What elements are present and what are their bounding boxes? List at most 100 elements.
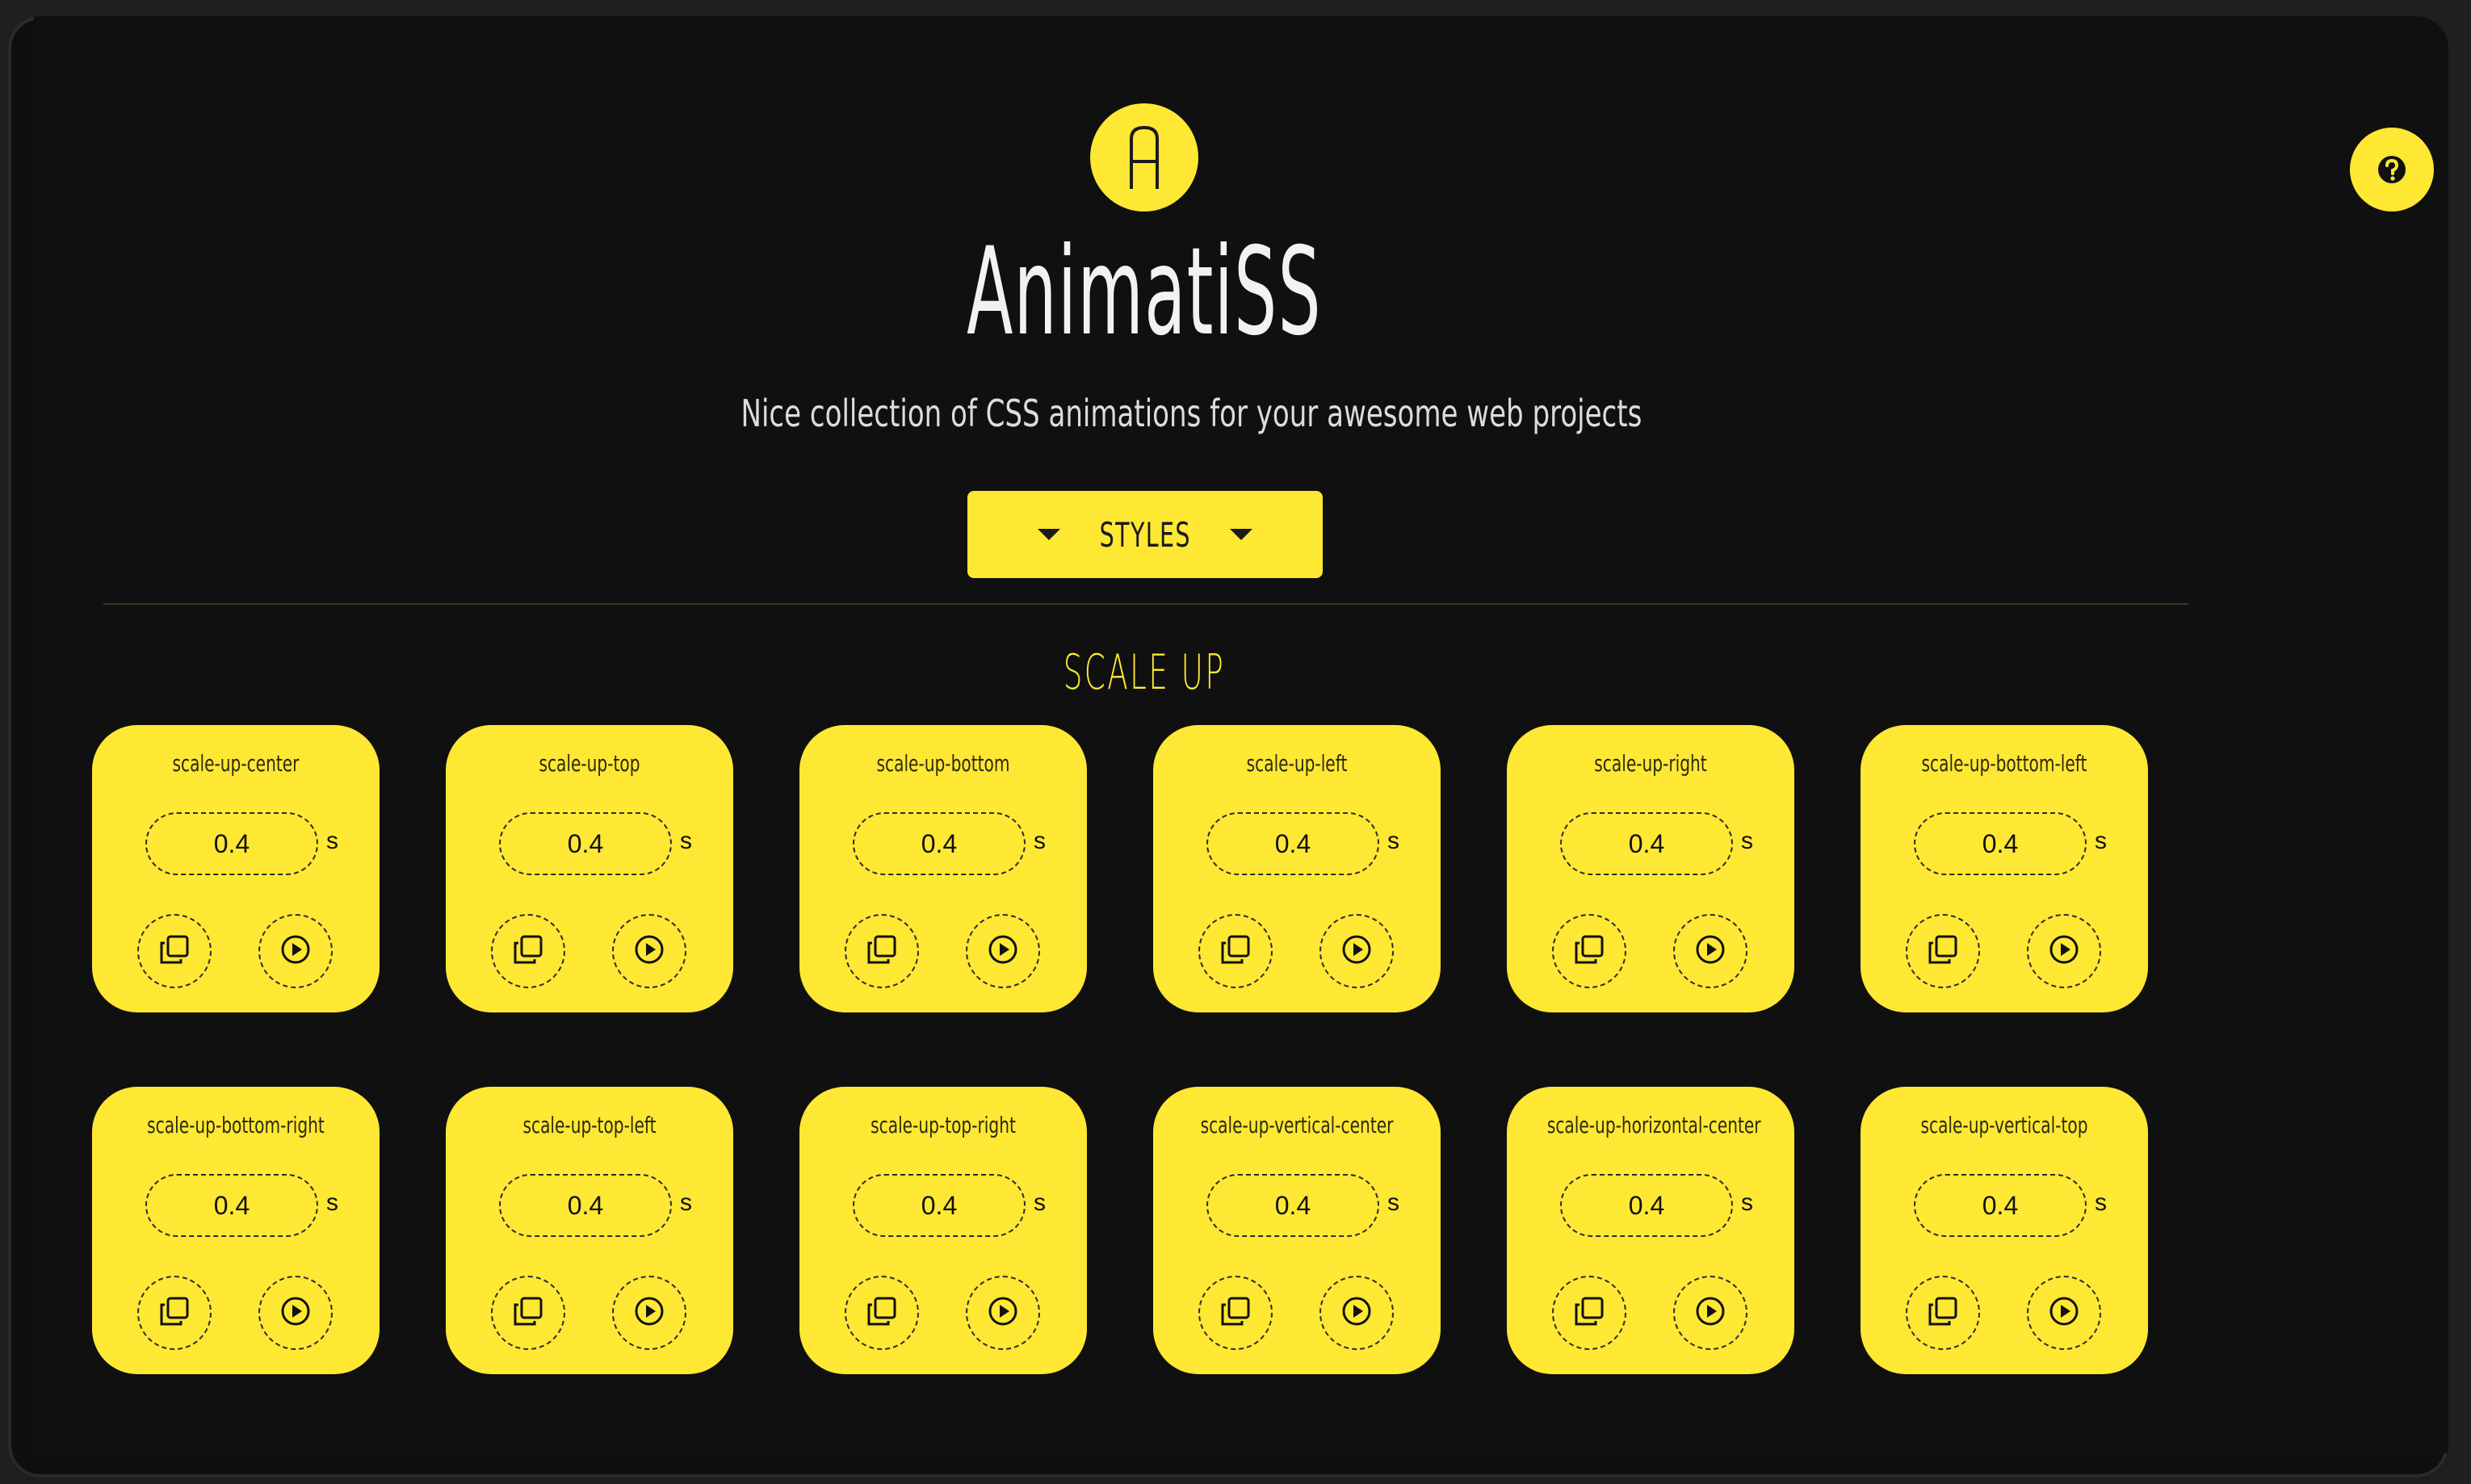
duration-unit: s xyxy=(326,828,338,854)
duration-input[interactable]: 0.4 xyxy=(1206,1174,1379,1237)
duration-input[interactable]: 0.4 xyxy=(1914,1174,2087,1237)
question-circle-icon xyxy=(2378,156,2406,183)
duration-input[interactable]: 0.4 xyxy=(145,812,318,875)
logo-a-icon[interactable] xyxy=(1090,103,1198,212)
play-circle-icon xyxy=(1339,932,1374,970)
animation-name: scale-up-center xyxy=(172,750,300,777)
browser-window: AnimatiSS Nice collection of CSS animati… xyxy=(8,16,2448,1478)
play-circle-icon xyxy=(278,932,313,970)
play-circle-icon xyxy=(2046,932,2082,970)
play-circle-icon xyxy=(631,932,667,970)
duration-input[interactable]: 0.4 xyxy=(1560,1174,1733,1237)
play-button[interactable] xyxy=(612,1276,686,1350)
styles-label: STYLES xyxy=(1099,514,1191,555)
copy-icon xyxy=(1571,1293,1607,1332)
animation-name: scale-up-left xyxy=(1246,750,1348,777)
app-tagline: Nice collection of CSS animations for yo… xyxy=(740,392,1642,435)
copy-button[interactable] xyxy=(845,1276,919,1350)
duration-unit: s xyxy=(1034,1189,1046,1216)
duration-input[interactable]: 0.4 xyxy=(1560,812,1733,875)
help-button[interactable] xyxy=(2350,128,2434,212)
animation-card[interactable]: scale-up-bottom-right 0.4 s xyxy=(92,1087,380,1374)
animation-name: scale-up-bottom xyxy=(876,750,1010,777)
copy-icon xyxy=(1925,1293,1961,1332)
duration-input[interactable]: 0.4 xyxy=(499,1174,672,1237)
copy-button[interactable] xyxy=(491,1276,565,1350)
app-title: AnimatiSS xyxy=(967,222,1322,363)
copy-icon xyxy=(1925,932,1961,970)
play-circle-icon xyxy=(1693,1293,1728,1332)
play-circle-icon xyxy=(1339,1293,1374,1332)
copy-icon xyxy=(1218,932,1253,970)
animation-card[interactable]: scale-up-vertical-center 0.4 s xyxy=(1153,1087,1441,1374)
copy-button[interactable] xyxy=(845,914,919,988)
copy-button[interactable] xyxy=(491,914,565,988)
caret-down-icon xyxy=(1230,529,1253,540)
animation-card[interactable]: scale-up-bottom 0.4 s xyxy=(799,725,1087,1012)
play-circle-icon xyxy=(631,1293,667,1332)
play-button[interactable] xyxy=(2027,914,2101,988)
animation-card[interactable]: scale-up-right 0.4 s xyxy=(1507,725,1794,1012)
copy-icon xyxy=(510,1293,546,1332)
animation-card[interactable]: scale-up-top-left 0.4 s xyxy=(446,1087,733,1374)
styles-dropdown-button[interactable]: STYLES xyxy=(967,491,1323,578)
duration-input[interactable]: 0.4 xyxy=(145,1174,318,1237)
animation-name: scale-up-vertical-center xyxy=(1200,1112,1394,1138)
play-button[interactable] xyxy=(1319,1276,1394,1350)
copy-button[interactable] xyxy=(1906,914,1980,988)
duration-input[interactable]: 0.4 xyxy=(853,812,1026,875)
copy-icon xyxy=(157,1293,192,1332)
copy-icon xyxy=(510,932,546,970)
animation-name: scale-up-horizontal-center xyxy=(1546,1112,1761,1138)
animation-card[interactable]: scale-up-horizontal-center 0.4 s xyxy=(1507,1087,1794,1374)
duration-unit: s xyxy=(1387,1189,1399,1216)
duration-input[interactable]: 0.4 xyxy=(853,1174,1026,1237)
play-button[interactable] xyxy=(1673,914,1747,988)
copy-button[interactable] xyxy=(1552,914,1626,988)
divider xyxy=(103,603,2188,605)
duration-unit: s xyxy=(1387,828,1399,854)
play-button[interactable] xyxy=(258,1276,333,1350)
play-button[interactable] xyxy=(2027,1276,2101,1350)
play-button[interactable] xyxy=(966,914,1040,988)
copy-button[interactable] xyxy=(137,914,212,988)
duration-unit: s xyxy=(1034,828,1046,854)
copy-icon xyxy=(864,1293,900,1332)
play-button[interactable] xyxy=(966,1276,1040,1350)
play-button[interactable] xyxy=(1319,914,1394,988)
animation-card[interactable]: scale-up-center 0.4 s xyxy=(92,725,380,1012)
animation-card[interactable]: scale-up-vertical-top 0.4 s xyxy=(1861,1087,2148,1374)
copy-button[interactable] xyxy=(1906,1276,1980,1350)
copy-button[interactable] xyxy=(1552,1276,1626,1350)
play-circle-icon xyxy=(278,1293,313,1332)
copy-icon xyxy=(1571,932,1607,970)
animation-card[interactable]: scale-up-top-right 0.4 s xyxy=(799,1087,1087,1374)
duration-input[interactable]: 0.4 xyxy=(1206,812,1379,875)
duration-input[interactable]: 0.4 xyxy=(499,812,672,875)
animation-name: scale-up-top-right xyxy=(871,1112,1016,1138)
duration-unit: s xyxy=(680,828,692,854)
animation-name: scale-up-top-left xyxy=(522,1112,657,1138)
caret-down-icon xyxy=(1037,529,1060,540)
animation-name: scale-up-bottom-left xyxy=(1921,750,2087,777)
play-button[interactable] xyxy=(612,914,686,988)
page-viewport[interactable]: AnimatiSS Nice collection of CSS animati… xyxy=(34,16,2448,1453)
copy-button[interactable] xyxy=(137,1276,212,1350)
animation-card[interactable]: scale-up-bottom-left 0.4 s xyxy=(1861,725,2148,1012)
animation-card[interactable]: scale-up-top 0.4 s xyxy=(446,725,733,1012)
duration-unit: s xyxy=(326,1189,338,1216)
duration-input[interactable]: 0.4 xyxy=(1914,812,2087,875)
animation-card[interactable]: scale-up-left 0.4 s xyxy=(1153,725,1441,1012)
copy-button[interactable] xyxy=(1198,914,1273,988)
play-button[interactable] xyxy=(258,914,333,988)
play-circle-icon xyxy=(985,1293,1021,1332)
animation-name: scale-up-right xyxy=(1594,750,1707,777)
animation-name: scale-up-vertical-top xyxy=(1920,1112,2088,1138)
duration-unit: s xyxy=(2095,828,2107,854)
play-button[interactable] xyxy=(1673,1276,1747,1350)
animation-name: scale-up-top xyxy=(539,750,640,777)
play-circle-icon xyxy=(2046,1293,2082,1332)
section-title: SCALE UP xyxy=(1063,644,1226,701)
duration-unit: s xyxy=(1741,828,1753,854)
copy-button[interactable] xyxy=(1198,1276,1273,1350)
